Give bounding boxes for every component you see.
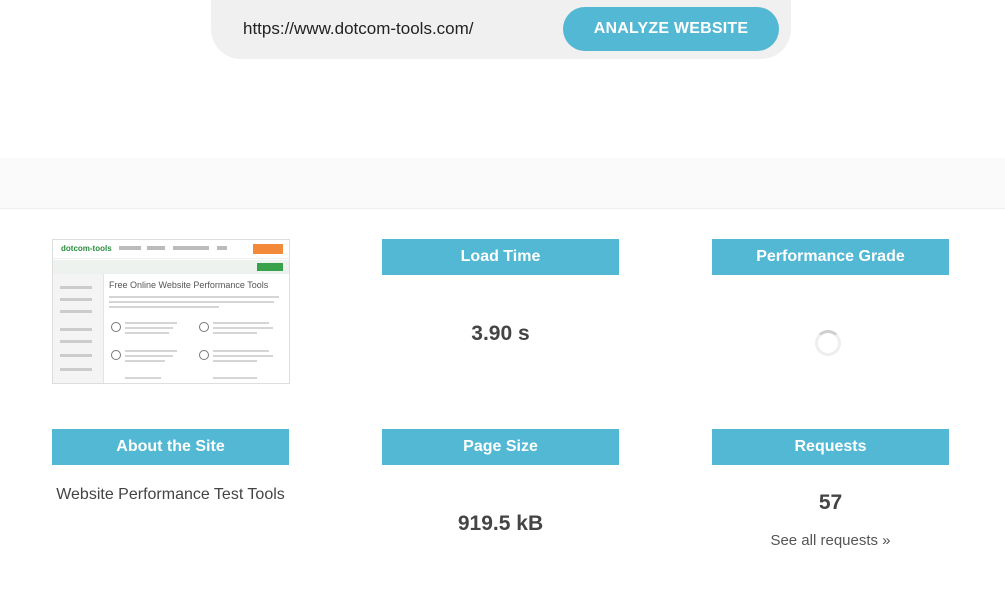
analyze-website-button[interactable]: ANALYZE WEBSITE [563,7,779,51]
performance-grade-header: Performance Grade [712,239,949,275]
url-input[interactable] [229,10,577,48]
site-screenshot-thumbnail: dotcom-tools Free Online Website Perform… [52,239,290,384]
thumbnail-logo: dotcom-tools [61,244,112,253]
section-band [0,158,1005,209]
loading-spinner-icon [815,330,841,356]
about-site-text: Website Performance Test Tools [56,486,285,503]
url-analyze-bar: ANALYZE WEBSITE [211,0,791,59]
thumbnail-heading: Free Online Website Performance Tools [109,280,269,290]
load-time-header: Load Time [382,239,619,275]
about-site-header: About the Site [52,429,289,465]
load-time-value: 3.90 s [471,322,530,345]
see-all-requests-link[interactable]: See all requests » [712,532,949,549]
requests-value: 57 [818,491,843,514]
page-size-header: Page Size [382,429,619,465]
page-size-value: 919.5 kB [457,512,544,535]
requests-header: Requests [712,429,949,465]
